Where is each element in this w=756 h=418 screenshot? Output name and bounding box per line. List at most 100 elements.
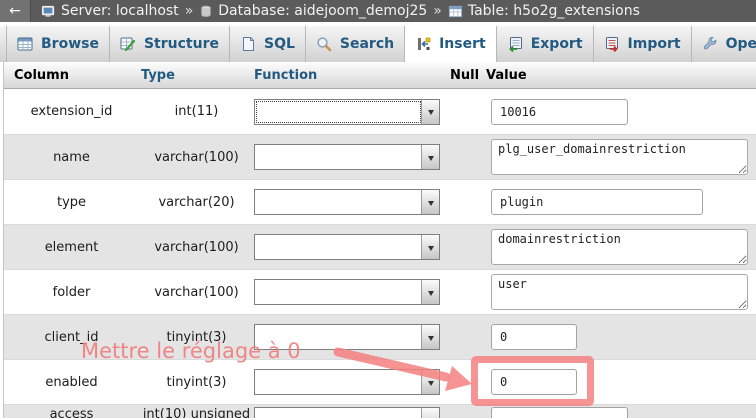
column-type: tinyint(3)	[139, 375, 254, 390]
tab-import[interactable]: Import	[594, 26, 692, 62]
export-icon	[507, 36, 523, 52]
column-type: varchar(100)	[139, 285, 254, 300]
tab-label: Import	[628, 36, 681, 52]
row-extension_id: extension_idint(11)	[4, 89, 756, 134]
breadcrumb: ← Server: localhost » Database: aidejoom…	[0, 0, 756, 22]
column-name: element	[4, 240, 139, 255]
chevron-down-icon[interactable]	[421, 325, 439, 349]
tab-sql[interactable]: SQL	[230, 26, 306, 62]
column-name: access	[4, 407, 139, 418]
breadcrumb-table[interactable]: Table: h5o2g_extensions	[448, 3, 640, 19]
select-field	[257, 147, 420, 167]
header-null: Null	[444, 68, 482, 83]
chevron-down-icon[interactable]	[421, 145, 439, 169]
function-select[interactable]	[254, 99, 440, 125]
table-header: Column Type Function Null Value	[4, 62, 756, 89]
tab-operations[interactable]: Operations	[692, 26, 756, 62]
select-field	[257, 372, 420, 392]
browse-icon	[17, 36, 33, 52]
breadcrumb-separator: »	[433, 3, 442, 19]
header-value: Value	[482, 68, 756, 83]
value-input[interactable]	[491, 189, 703, 215]
value-input[interactable]	[491, 407, 628, 418]
function-select[interactable]	[254, 369, 440, 395]
select-field	[257, 282, 420, 302]
value-textarea[interactable]: domainrestriction	[491, 229, 748, 265]
select-field	[257, 192, 420, 212]
chevron-down-icon[interactable]	[421, 408, 439, 418]
select-field	[257, 327, 420, 347]
value-input[interactable]	[491, 324, 577, 350]
breadcrumb-separator: »	[185, 3, 194, 19]
tab-label: Structure	[144, 36, 219, 52]
row-name: namevarchar(100) plg_user_domainrestricti…	[4, 134, 756, 179]
phpmyadmin-insert-page: ← Server: localhost » Database: aidejoom…	[0, 0, 756, 418]
tab-label: SQL	[264, 36, 295, 52]
tab-search[interactable]: Search	[306, 26, 405, 62]
structure-icon	[120, 36, 136, 52]
row-folder: foldervarchar(100)user	[4, 269, 756, 314]
column-name: type	[4, 195, 139, 210]
chevron-down-icon[interactable]	[421, 100, 439, 124]
value-input[interactable]	[491, 99, 628, 125]
column-type: varchar(100)	[139, 240, 254, 255]
value-textarea[interactable]: plg_user_domainrestriction	[491, 139, 748, 175]
column-name: client_id	[4, 330, 139, 345]
server-icon	[41, 4, 56, 19]
search-icon	[316, 36, 332, 52]
insert-rows: extension_idint(11)namevarchar(100)plg_u…	[4, 89, 756, 418]
tab-export[interactable]: Export	[497, 26, 594, 62]
breadcrumb-server-label: Server: localhost	[61, 3, 179, 19]
insert-form: Column Type Function Null Value extensio…	[3, 62, 756, 418]
column-type: tinyint(3)	[139, 330, 254, 345]
tab-label: Browse	[41, 36, 99, 52]
chevron-down-icon[interactable]	[421, 280, 439, 304]
select-field	[257, 102, 420, 122]
tab-label: Insert	[439, 36, 486, 52]
chevron-down-icon[interactable]	[421, 190, 439, 214]
function-select[interactable]	[254, 407, 440, 418]
back-button[interactable]: ←	[0, 0, 31, 22]
tab-bar: Browse Structure SQL Search Insert Export Impo…	[0, 26, 756, 62]
header-column: Column	[4, 68, 139, 83]
column-type: int(10) unsigned	[139, 407, 254, 418]
operations-icon	[702, 36, 718, 52]
import-icon	[604, 36, 620, 52]
select-field	[257, 410, 420, 418]
column-name: name	[4, 150, 139, 165]
header-function[interactable]: Function	[254, 68, 444, 83]
tab-label: Export	[531, 36, 583, 52]
function-select[interactable]	[254, 279, 440, 305]
row-enabled: enabledtinyint(3)	[4, 359, 756, 404]
breadcrumb-server[interactable]: Server: localhost	[41, 3, 179, 19]
row-type: typevarchar(20)	[4, 179, 756, 224]
function-select[interactable]	[254, 189, 440, 215]
column-type: int(11)	[139, 104, 254, 119]
column-name: enabled	[4, 375, 139, 390]
function-select[interactable]	[254, 324, 440, 350]
column-type: varchar(20)	[139, 195, 254, 210]
row-client_id: client_idtinyint(3)	[4, 314, 756, 359]
tab-label: Operations	[726, 36, 756, 52]
row-element: elementvarchar(100) domainrestriction	[4, 224, 756, 269]
function-select[interactable]	[254, 234, 440, 260]
tab-structure[interactable]: Structure	[110, 26, 230, 62]
value-input[interactable]	[491, 369, 577, 395]
insert-icon	[415, 36, 431, 52]
tab-label: Search	[340, 36, 394, 52]
breadcrumb-database[interactable]: Database: aidejoom_demoj25	[199, 3, 427, 19]
tab-insert[interactable]: Insert	[405, 26, 497, 62]
column-type: varchar(100)	[139, 150, 254, 165]
breadcrumb-database-label: Database: aidejoom_demoj25	[218, 3, 427, 19]
chevron-down-icon[interactable]	[421, 235, 439, 259]
tab-browse[interactable]: Browse	[6, 26, 110, 62]
select-field	[257, 237, 420, 257]
table-icon	[448, 4, 463, 19]
value-textarea[interactable]: user	[491, 274, 748, 310]
function-select[interactable]	[254, 144, 440, 170]
row-access: accessint(10) unsigned	[4, 404, 756, 418]
database-icon	[199, 4, 213, 19]
header-type[interactable]: Type	[139, 68, 254, 83]
chevron-down-icon[interactable]	[421, 370, 439, 394]
breadcrumb-table-label: Table: h5o2g_extensions	[468, 3, 640, 19]
